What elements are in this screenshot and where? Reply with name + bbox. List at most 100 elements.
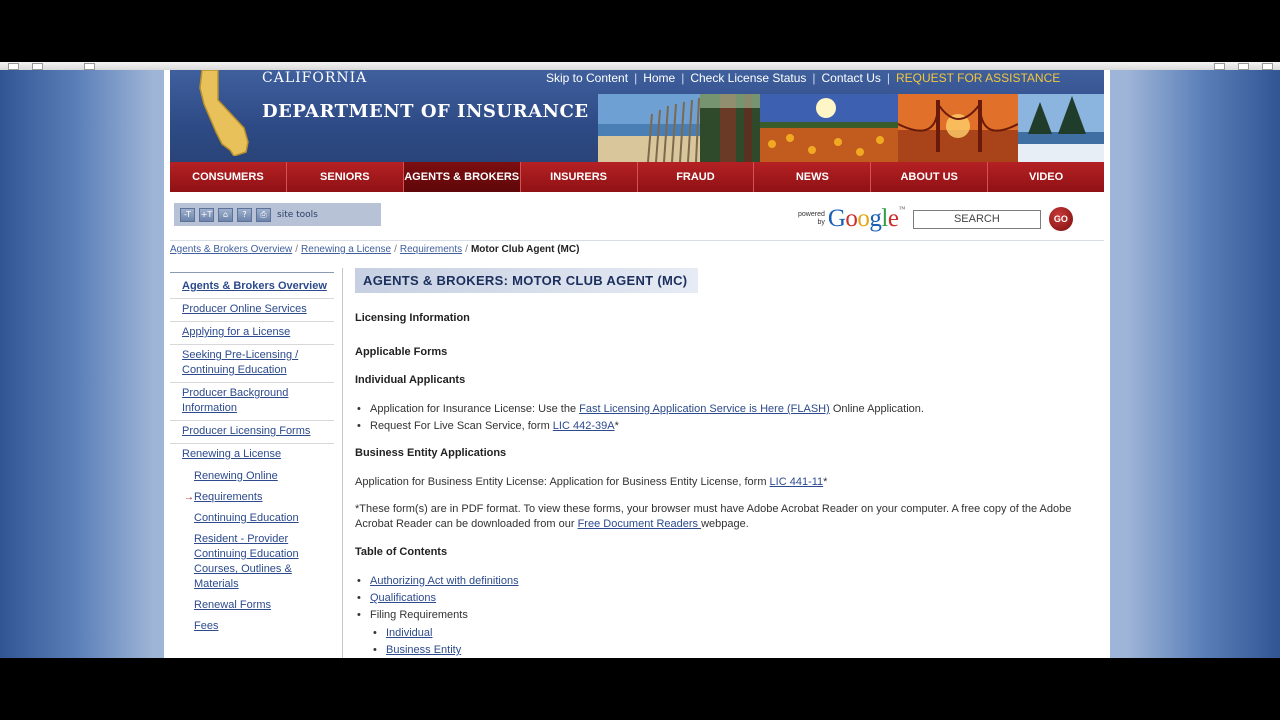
licensing-info-heading: Licensing Information: [355, 312, 470, 324]
list-item-text: Request For Live Scan Service, form: [370, 420, 553, 432]
sidebar: Agents & Brokers Overview Producer Onlin…: [170, 272, 334, 637]
golden-gate-photo: [898, 94, 1018, 162]
request-assistance-link[interactable]: REQUEST FOR ASSISTANCE: [896, 71, 1060, 85]
print-icon[interactable]: ⎙: [256, 207, 271, 222]
breadcrumb-link[interactable]: Requirements: [400, 244, 462, 255]
paragraph-text: webpage.: [701, 518, 749, 530]
separator: |: [634, 71, 638, 85]
main-content: AGENTS & BROKERS: MOTOR CLUB AGENT (MC) …: [355, 268, 1095, 658]
top-links: Skip to Content | Home | Check License S…: [546, 70, 1060, 86]
google-letter: G: [827, 205, 846, 232]
toc-heading: Table of Contents: [355, 546, 448, 558]
help-icon[interactable]: ?: [237, 207, 252, 222]
web-page: CALIFORNIA DEPARTMENT OF INSURANCE Skip …: [164, 70, 1110, 658]
beach-fence-photo: [598, 94, 700, 162]
nav-fraud[interactable]: FRAUD: [637, 162, 755, 192]
wildflower-photo: [760, 94, 898, 162]
browser-icon[interactable]: [1214, 63, 1225, 70]
page-title: AGENTS & BROKERS: MOTOR CLUB AGENT (MC): [355, 268, 698, 293]
sidebar-item-producer-online-services[interactable]: Producer Online Services: [170, 299, 334, 322]
decrease-text-icon[interactable]: -T: [180, 207, 195, 222]
google-tm: ™: [898, 205, 905, 213]
video-letterbox-bottom: [0, 658, 1280, 720]
sidebar-subitem-renewal-forms[interactable]: Renewal Forms: [170, 595, 334, 616]
california-map-icon: [199, 70, 249, 156]
browser-icon[interactable]: [32, 63, 43, 70]
nav-consumers[interactable]: CONSUMERS: [170, 162, 287, 192]
list-item: Application for Insurance License: Use t…: [355, 402, 924, 417]
sidebar-subitem-continuing-education[interactable]: Continuing Education: [170, 508, 334, 529]
nav-insurers[interactable]: INSURERS: [520, 162, 638, 192]
breadcrumb-current: Motor Club Agent (MC): [470, 244, 580, 255]
list-item: Request For Live Scan Service, form LIC …: [355, 419, 619, 434]
site-tools-label: site tools: [277, 209, 318, 220]
lic-442-39a-link[interactable]: LIC 442-39A: [553, 420, 615, 432]
sidebar-subitem-fees[interactable]: Fees: [170, 616, 334, 637]
powered-text: powered: [798, 211, 825, 218]
flash-application-link[interactable]: Fast Licensing Application Service is He…: [579, 403, 830, 415]
sidebar-item-licensing-forms[interactable]: Producer Licensing Forms: [170, 421, 334, 444]
home-link[interactable]: Home: [643, 71, 675, 85]
sidebar-subitem-renewing-online[interactable]: Renewing Online: [170, 466, 334, 487]
sidebar-item-agents-brokers-overview[interactable]: Agents & Brokers Overview: [170, 276, 334, 299]
sidebar-top-rule: [170, 272, 334, 273]
sidebar-item-pre-licensing[interactable]: Seeking Pre-Licensing / Continuing Educa…: [170, 345, 334, 383]
current-page-arrow-icon: →: [184, 492, 194, 503]
list-item-text: Online Application.: [829, 403, 924, 415]
nav-about-us[interactable]: ABOUT US: [871, 162, 989, 192]
site-banner: CALIFORNIA DEPARTMENT OF INSURANCE Skip …: [170, 70, 1104, 162]
list-item: Authorizing Act with definitions: [355, 574, 519, 589]
separator: |: [681, 71, 685, 85]
header-divider: [170, 240, 1104, 241]
nav-agents-brokers[interactable]: AGENTS & BROKERS: [403, 162, 521, 192]
applicable-forms-heading: Applicable Forms: [355, 346, 448, 358]
increase-text-icon[interactable]: +T: [199, 207, 214, 222]
content-divider: [342, 268, 343, 658]
browser-icon[interactable]: [84, 63, 95, 70]
site-tools-bar: -T +T ⌂ ? ⎙ site tools: [174, 203, 381, 226]
toc-individual-link[interactable]: Individual: [386, 627, 432, 639]
redwood-photo: [700, 94, 760, 162]
lic-441-11-link[interactable]: LIC 441-11: [770, 476, 824, 488]
toc-authorizing-act-link[interactable]: Authorizing Act with definitions: [370, 575, 519, 587]
separator: |: [812, 71, 816, 85]
sidebar-subitem-requirements[interactable]: → Requirements: [170, 487, 334, 508]
video-letterbox-top: [0, 0, 1280, 62]
browser-icon[interactable]: [8, 63, 19, 70]
sitemap-icon[interactable]: ⌂: [218, 207, 233, 222]
pdf-note: *These form(s) are in PDF format. To vie…: [355, 502, 1095, 532]
browser-viewport: CALIFORNIA DEPARTMENT OF INSURANCE Skip …: [0, 70, 1280, 658]
breadcrumb: Agents & Brokers Overview / Renewing a Lic…: [170, 244, 579, 255]
skip-to-content-link[interactable]: Skip to Content: [546, 71, 628, 85]
check-license-status-link[interactable]: Check License Status: [690, 71, 806, 85]
google-search: powered by Google™ SEARCH GO: [798, 204, 1073, 234]
separator: |: [886, 71, 890, 85]
browser-icon[interactable]: [1262, 63, 1273, 70]
nav-news[interactable]: NEWS: [754, 162, 872, 192]
nav-video[interactable]: VIDEO: [988, 162, 1104, 192]
sidebar-subitem-resident-provider[interactable]: Resident - Provider Continuing Education…: [170, 529, 334, 595]
breadcrumb-separator: /: [394, 244, 397, 255]
google-letter: g: [869, 205, 882, 232]
list-item-text: Application for Insurance License: Use t…: [370, 403, 580, 415]
breadcrumb-link[interactable]: Renewing a License: [301, 244, 391, 255]
breadcrumb-separator: /: [465, 244, 468, 255]
breadcrumb-link[interactable]: Agents & Brokers Overview: [170, 244, 292, 255]
individual-applicants-heading: Individual Applicants: [355, 374, 466, 386]
contact-us-link[interactable]: Contact Us: [822, 71, 881, 85]
sidebar-item-background-info[interactable]: Producer Background Information: [170, 383, 334, 421]
toc-filing-requirements: Filing Requirements: [370, 609, 468, 621]
list-item: Filing Requirements: [355, 608, 468, 623]
toc-business-entity-link[interactable]: Business Entity: [386, 644, 461, 656]
list-item: Individual: [371, 626, 432, 641]
sidebar-item-renewing-license[interactable]: Renewing a License: [170, 444, 334, 466]
nav-seniors[interactable]: SENIORS: [286, 162, 404, 192]
search-input[interactable]: SEARCH: [912, 209, 1041, 229]
by-text: by: [817, 219, 825, 226]
browser-icon[interactable]: [1238, 63, 1249, 70]
google-logo: Google™: [827, 205, 906, 233]
sidebar-item-applying-for-license[interactable]: Applying for a License: [170, 322, 334, 345]
go-button[interactable]: GO: [1048, 207, 1073, 231]
free-document-readers-link[interactable]: Free Document Readers: [578, 518, 702, 530]
toc-qualifications-link[interactable]: Qualifications: [370, 592, 436, 604]
